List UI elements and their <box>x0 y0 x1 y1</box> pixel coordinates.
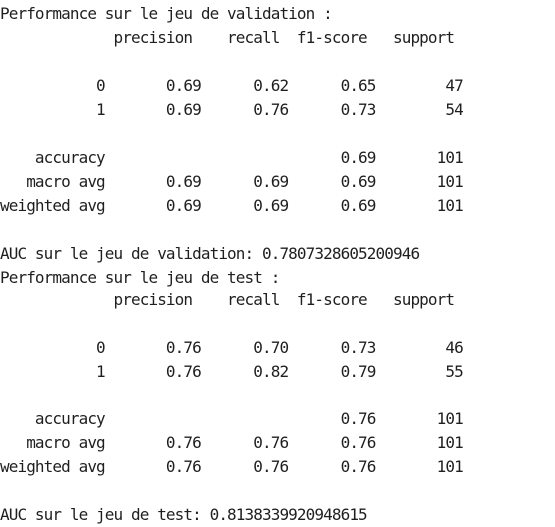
test-row-macro-avg: macro avg 0.76 0.76 0.76 101 <box>0 433 464 452</box>
validation-row-accuracy: accuracy 0.69 101 <box>0 148 464 167</box>
test-row-class-1: 1 0.76 0.82 0.79 55 <box>0 362 464 381</box>
console-output: Performance sur le jeu de validation : p… <box>0 0 555 527</box>
test-row-accuracy: accuracy 0.76 101 <box>0 409 464 428</box>
test-title: Performance sur le jeu de test : <box>0 268 280 287</box>
validation-auc: AUC sur le jeu de validation: 0.78073286… <box>0 244 420 263</box>
validation-row-class-1: 1 0.69 0.76 0.73 54 <box>0 100 464 119</box>
validation-row-macro-avg: macro avg 0.69 0.69 0.69 101 <box>0 172 464 191</box>
test-row-weighted-avg: weighted avg 0.76 0.76 0.76 101 <box>0 457 464 476</box>
test-row-class-0: 0 0.76 0.70 0.73 46 <box>0 338 464 357</box>
validation-row-weighted-avg: weighted avg 0.69 0.69 0.69 101 <box>0 196 464 215</box>
test-auc: AUC sur le jeu de test: 0.81383399209486… <box>0 505 368 524</box>
test-report-header: precision recall f1-score support <box>0 290 455 309</box>
validation-row-class-0: 0 0.69 0.62 0.65 47 <box>0 76 464 95</box>
validation-report-header: precision recall f1-score support <box>0 28 455 47</box>
validation-title: Performance sur le jeu de validation : <box>0 4 333 23</box>
